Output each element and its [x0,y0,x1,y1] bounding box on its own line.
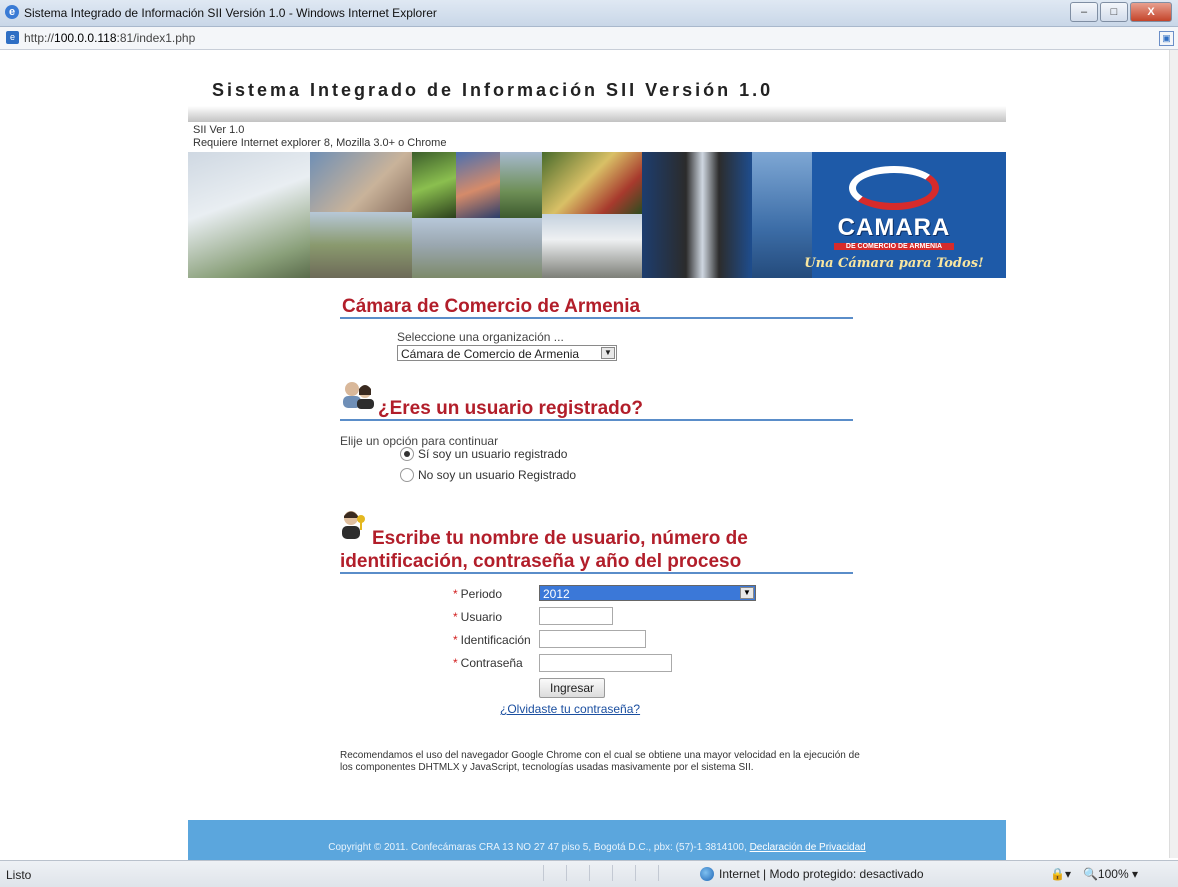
login-section-title-line1: Escribe tu nombre de usuario, número de [372,528,748,549]
status-segment [612,865,635,881]
page-icon: e [6,31,19,44]
page-viewport: Sistema Integrado de Información SII Ver… [8,50,1178,875]
security-zone[interactable]: Internet | Modo protegido: desactivado [700,867,924,881]
zoom-icon: 🔍 [1082,867,1098,881]
required-mark: * [453,610,458,624]
password-input[interactable] [539,654,672,672]
status-segment [566,865,589,881]
zoom-value: 100% [1097,867,1129,881]
status-text: Listo [6,868,32,882]
chevron-down-icon[interactable]: ▼ [740,587,754,599]
ie-logo-icon: e [5,5,19,19]
user-section-title: ¿Eres un usuario registrado? [378,398,643,419]
org-section-divider [340,317,853,319]
org-section-title: Cámara de Comercio de Armenia [342,296,641,317]
required-mark: * [453,587,458,601]
password-label-text: Contraseña [460,656,523,670]
url-prefix: http:// [24,31,55,45]
header-banner: CAMARA DE COMERCIO DE ARMENIA Una Cámara… [188,152,1006,278]
browser-recommendation: Recomendamos el uso del navegador Google… [340,750,860,773]
users-icon [340,380,378,410]
window-title: Sistema Integrado de Información SII Ver… [24,6,437,20]
logo-slogan: Una Cámara para Todos! [804,256,984,271]
window-titlebar: e Sistema Integrado de Información SII V… [0,0,1178,27]
vertical-scrollbar[interactable] [1169,50,1178,858]
user-key-icon [340,510,366,540]
office-building-photo [542,214,642,278]
radio-not-registered[interactable] [400,468,414,482]
camara-logo-icon [849,166,939,210]
maximize-button[interactable]: □ [1100,2,1128,22]
address-bar[interactable]: e http://100.0.0.118:81/index1.php ▣ [0,27,1178,50]
radio-registered-label: Sí soy un usuario registrado [418,447,568,461]
camara-logo: CAMARA DE COMERCIO DE ARMENIA Una Cámara… [804,166,984,271]
zoom-controls[interactable]: 🔒▾ 🔍100% ▾ [1050,867,1138,881]
forgot-password-link[interactable]: ¿Olvidaste tu contraseña? [500,702,640,716]
radio-not-registered-label: No soy un usuario Registrado [418,468,577,482]
login-button[interactable]: Ingresar [539,678,605,698]
period-label: * Periodo [453,587,502,601]
people-photo [456,152,500,218]
footer-copyright: Copyright © 2011. Confecámaras CRA 13 NO… [328,842,747,853]
version-info: SII Ver 1.0 Requiere Internet explorer 8… [193,124,446,150]
status-bar: Listo Internet | Modo protegido: desacti… [0,860,1178,887]
city-photo [310,212,412,278]
radio-registered-row[interactable]: Sí soy un usuario registrado [400,447,567,461]
period-label-text: Periodo [460,587,503,601]
id-label: * Identificación [453,633,531,647]
user-section-divider [340,419,853,421]
org-select-value: Cámara de Comercio de Armenia [401,347,580,361]
status-segment [658,865,681,881]
username-input[interactable] [539,607,613,625]
required-mark: * [453,633,458,647]
status-segment [635,865,658,881]
privacy-link[interactable]: Declaración de Privacidad [750,842,866,853]
org-select-label: Seleccione una organización ... [397,330,564,344]
protected-mode-icon[interactable]: 🔒▾ [1050,867,1071,881]
status-segment [543,865,566,881]
logo-subtitle: DE COMERCIO DE ARMENIA [834,243,954,250]
businessman-photo [642,152,752,278]
minimize-button[interactable]: – [1070,2,1098,22]
close-button[interactable]: X [1130,2,1172,22]
url-host: 100.0.0.118 [54,31,117,45]
logo-name: CAMARA [837,214,951,241]
browser-requirements: Requiere Internet explorer 8, Mozilla 3.… [193,137,447,149]
system-title: Sistema Integrado de Información SII Ver… [212,80,774,100]
period-select-value: 2012 [543,587,570,601]
period-select[interactable]: 2012 ▼ [539,585,756,601]
compatibility-view-icon[interactable]: ▣ [1159,31,1174,46]
org-select[interactable]: Cámara de Comercio de Armenia ▼ [397,345,617,361]
url-path: :81/index1.php [116,31,196,45]
coffee-photo [412,152,456,218]
login-section-title-line2: identificación, contraseña y año del pro… [340,551,742,572]
required-mark: * [453,656,458,670]
building-photo [188,152,310,278]
zoom-level[interactable]: 🔍100% ▾ [1083,867,1138,881]
landscape-photo [500,152,542,218]
classroom-photo [310,152,412,212]
password-label: * Contraseña [453,656,523,670]
port-photo [752,152,812,278]
url-text[interactable]: http://100.0.0.118:81/index1.php [24,31,195,45]
header-divider [188,106,1006,122]
user-option-prompt: Elije un opción para continuar [340,434,499,448]
radio-not-registered-row[interactable]: No soy un usuario Registrado [400,468,576,482]
identification-input[interactable] [539,630,646,648]
login-section-divider [340,572,853,574]
crowd-photo [542,152,642,214]
version-label: SII Ver 1.0 [193,124,245,136]
user-label: * Usuario [453,610,502,624]
city-panorama-photo [412,218,542,278]
id-label-text: Identificación [460,633,531,647]
user-label-text: Usuario [460,610,503,624]
radio-registered[interactable] [400,447,414,461]
globe-icon [700,867,714,881]
security-zone-text: Internet | Modo protegido: desactivado [719,867,924,881]
chevron-down-icon[interactable]: ▼ [601,347,615,359]
status-segment [589,865,612,881]
